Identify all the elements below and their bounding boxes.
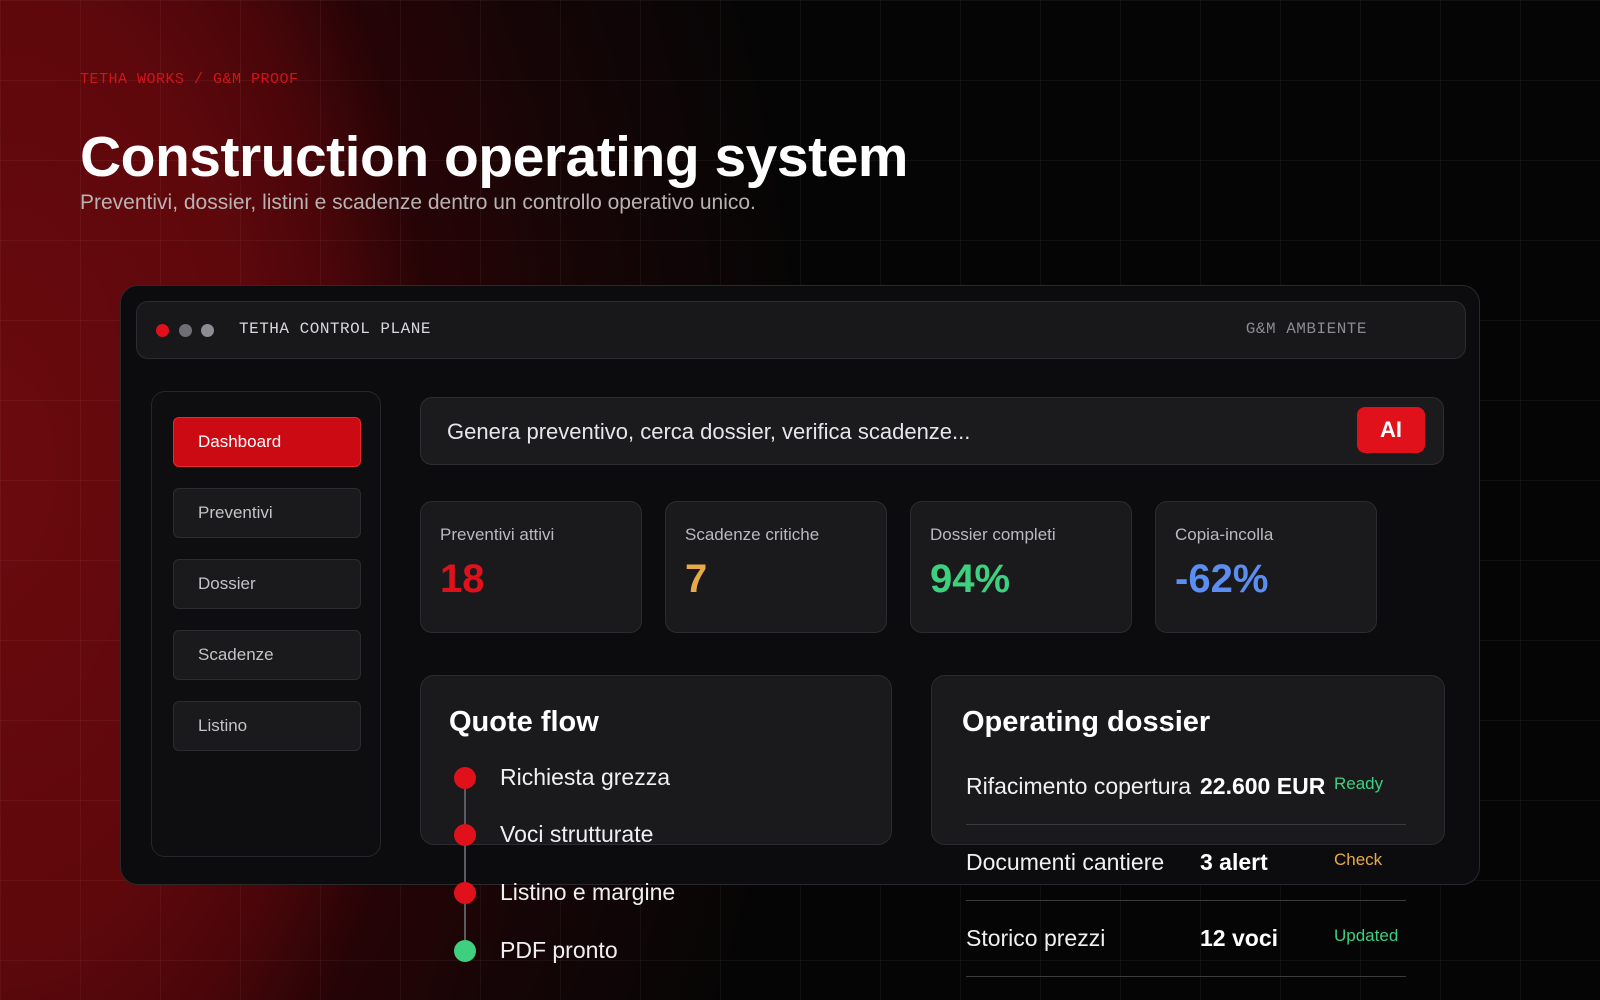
step-dot-icon — [454, 824, 476, 846]
sidebar-item-preventivi[interactable]: Preventivi — [173, 488, 361, 538]
stat-card-dossier-completi[interactable]: Dossier completi 94% — [910, 501, 1132, 633]
stat-value: 18 — [440, 557, 485, 601]
step-label: Richiesta grezza — [500, 764, 671, 790]
flow-step: PDF pronto — [452, 936, 752, 966]
minimize-dot-icon[interactable] — [179, 324, 192, 337]
flow-step: Listino e margine — [452, 878, 752, 908]
stat-label: Copia-incolla — [1175, 525, 1274, 544]
operating-dossier-title: Operating dossier — [962, 706, 1211, 738]
dossier-row[interactable]: Storico prezzi 12 voci Updated — [966, 925, 1406, 977]
dossier-value: 3 alert — [1200, 849, 1268, 875]
step-dot-icon — [454, 882, 476, 904]
quote-flow-title: Quote flow — [449, 706, 599, 738]
stat-card-copia-incolla[interactable]: Copia-incolla -62% — [1155, 501, 1377, 633]
sidebar-item-listino[interactable]: Listino — [173, 701, 361, 751]
hero-kicker: TETHA WORKS / G&M PROOF — [80, 71, 299, 88]
stat-label: Scadenze critiche — [685, 525, 820, 544]
dossier-status[interactable]: Check — [1334, 850, 1382, 870]
dossier-name: Rifacimento copertura — [966, 773, 1191, 799]
stat-value: 7 — [685, 557, 708, 601]
command-input[interactable] — [447, 416, 1347, 448]
close-dot-icon[interactable] — [156, 324, 169, 337]
command-bar: AI — [420, 397, 1444, 465]
step-label: Voci strutturate — [500, 821, 654, 847]
hero-title: Construction operating system — [80, 125, 908, 189]
row-divider — [966, 824, 1406, 825]
dossier-value: 12 voci — [1200, 925, 1278, 951]
sidebar-item-dossier[interactable]: Dossier — [173, 559, 361, 609]
stat-label: Dossier completi — [930, 525, 1056, 544]
sidebar-item-scadenze[interactable]: Scadenze — [173, 630, 361, 680]
step-label: Listino e margine — [500, 879, 676, 905]
flow-connector — [464, 777, 466, 951]
dossier-row[interactable]: Rifacimento copertura 22.600 EUR Ready — [966, 773, 1406, 825]
flow-step: Richiesta grezza — [452, 763, 752, 793]
stat-value: 94% — [930, 557, 1011, 601]
row-divider — [966, 900, 1406, 901]
dossier-row[interactable]: Documenti cantiere 3 alert Check — [966, 849, 1406, 901]
step-label: PDF pronto — [500, 937, 618, 963]
dossier-name: Storico prezzi — [966, 925, 1106, 951]
dossier-status[interactable]: Updated — [1334, 926, 1398, 946]
step-dot-icon — [454, 767, 476, 789]
stat-card-scadenze-critiche[interactable]: Scadenze critiche 7 — [665, 501, 887, 633]
dossier-status[interactable]: Ready — [1334, 774, 1383, 794]
window-titlebar: TETHA CONTROL PLANE G&M AMBIENTE — [136, 301, 1466, 359]
stat-card-preventivi-attivi[interactable]: Preventivi attivi 18 — [420, 501, 642, 633]
flow-step: Voci strutturate — [452, 820, 752, 850]
maximize-dot-icon[interactable] — [201, 324, 214, 337]
row-divider — [966, 976, 1406, 977]
environment-label: G&M AMBIENTE — [1245, 320, 1367, 338]
stat-value: -62% — [1175, 557, 1269, 601]
quote-flow-list: Richiesta grezza Voci strutturate Listin… — [452, 763, 752, 963]
dossier-value: 22.600 EUR — [1200, 773, 1326, 799]
sidebar-item-dashboard[interactable]: Dashboard — [173, 417, 361, 467]
hero-subtitle: Preventivi, dossier, listini e scadenze … — [80, 191, 756, 214]
stat-label: Preventivi attivi — [440, 525, 555, 544]
window-title: TETHA CONTROL PLANE — [239, 320, 431, 338]
sidebar: Dashboard Preventivi Dossier Scadenze Li… — [151, 391, 381, 857]
dossier-name: Documenti cantiere — [966, 849, 1165, 875]
step-dot-icon — [454, 940, 476, 962]
ai-button[interactable]: AI — [1357, 407, 1425, 453]
